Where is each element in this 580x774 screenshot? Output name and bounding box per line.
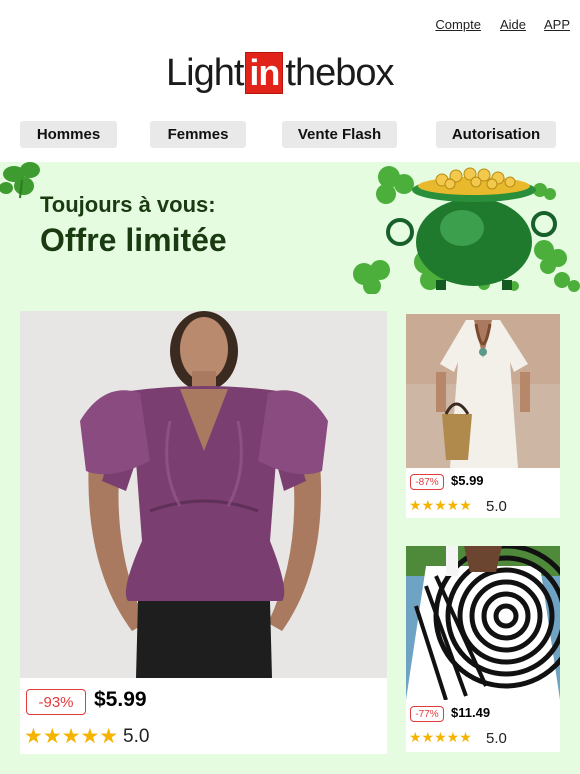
star-rating-icon: ★★★★★	[24, 725, 119, 748]
logo-text-in: in	[245, 52, 284, 94]
account-link[interactable]: Compte	[435, 17, 481, 32]
purple-blouse-image-icon	[20, 311, 387, 678]
pot-of-gold-icon	[353, 166, 580, 294]
product-card-shirt[interactable]: -77% $11.49 ★★★★★ 5.0	[406, 546, 560, 752]
rating-value: 5.0	[486, 498, 507, 515]
product-card-dress[interactable]: -87% $5.99 ★★★★★ 5.0	[406, 314, 560, 518]
top-links: Compte Aide APP	[435, 17, 570, 32]
help-link[interactable]: Aide	[500, 17, 526, 32]
nav-women-button[interactable]: Femmes	[150, 121, 246, 148]
product-price: $5.99	[94, 688, 147, 711]
promo-subtitle: Toujours à vous:	[40, 192, 216, 217]
product-image[interactable]	[20, 311, 387, 678]
logo-text-light: Light	[166, 51, 244, 94]
product-price: $11.49	[451, 705, 491, 720]
product-price: $5.99	[451, 473, 484, 488]
promo-title: Offre limitée	[40, 222, 227, 258]
white-dress-image-icon	[406, 314, 560, 468]
nav-flash-sale-button[interactable]: Vente Flash	[282, 121, 397, 148]
promo-section: Toujours à vous: Offre limitée -93% $5.9…	[0, 162, 580, 774]
discount-badge: -77%	[410, 706, 444, 722]
product-image[interactable]	[406, 314, 560, 468]
star-rating-icon: ★★★★★	[409, 497, 472, 513]
discount-badge: -87%	[410, 474, 444, 490]
nav-authorization-button[interactable]: Autorisation	[436, 121, 556, 148]
logo-text-thebox: thebox	[285, 51, 394, 94]
product-image[interactable]	[406, 546, 560, 700]
app-link[interactable]: APP	[544, 17, 570, 32]
rating-value: 5.0	[486, 730, 507, 747]
rating-value: 5.0	[123, 726, 150, 747]
star-rating-icon: ★★★★★	[409, 729, 472, 745]
category-nav: Hommes Femmes Vente Flash Autorisation	[0, 121, 580, 148]
lightinthebox-logo[interactable]: Light in thebox	[166, 50, 395, 96]
illusion-shirt-image-icon	[406, 546, 560, 700]
product-card-main[interactable]: -93% $5.99 ★★★★★ 5.0	[20, 311, 387, 754]
nav-men-button[interactable]: Hommes	[20, 121, 117, 148]
discount-badge: -93%	[26, 689, 86, 715]
